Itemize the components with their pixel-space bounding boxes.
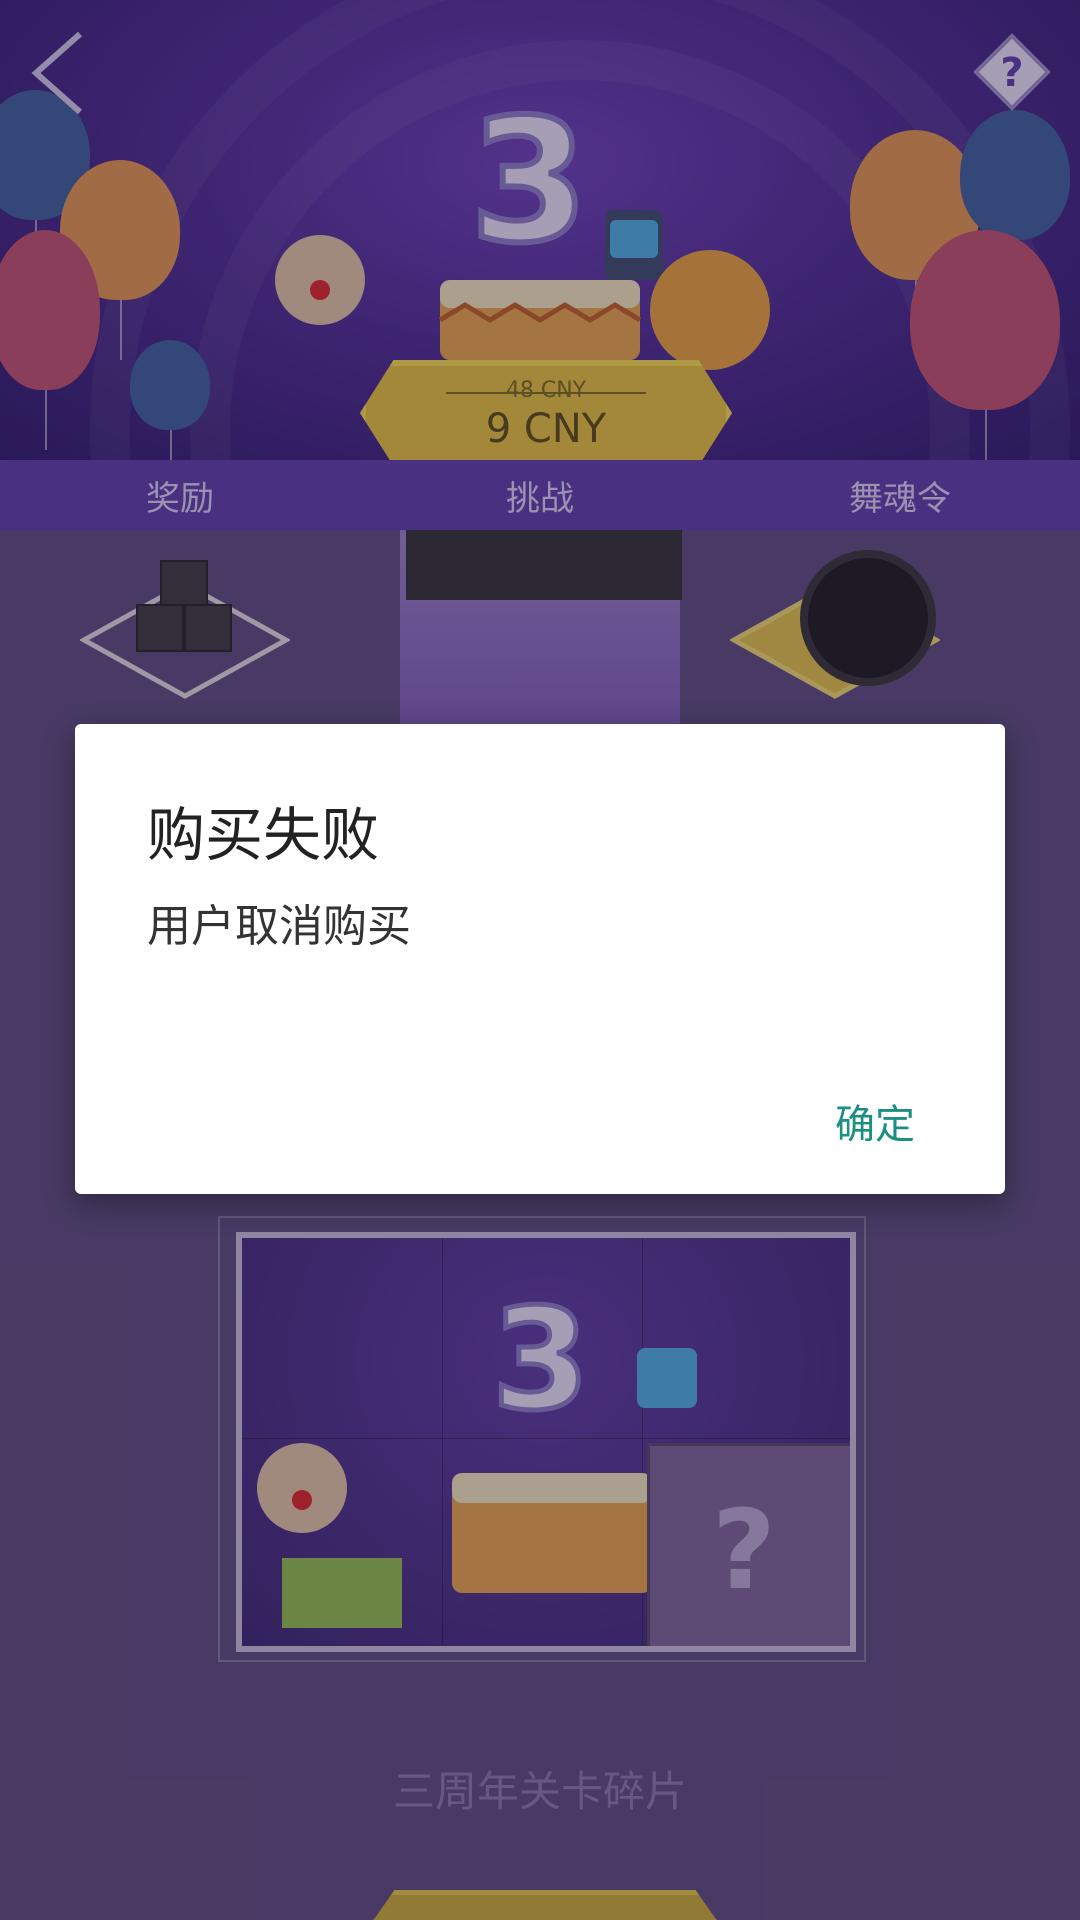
purchase-failed-dialog: 购买失败 用户取消购买 确定	[75, 724, 1005, 1194]
dialog-message: 用户取消购买	[147, 901, 411, 952]
dialog-title: 购买失败	[147, 801, 380, 869]
confirm-button[interactable]: 确定	[825, 1086, 925, 1156]
event-page: 3 ? 48 CNY 9 CNY 奖励 挑战 舞魂令 3 ? 三周年关卡碎片 购…	[0, 0, 1080, 1920]
